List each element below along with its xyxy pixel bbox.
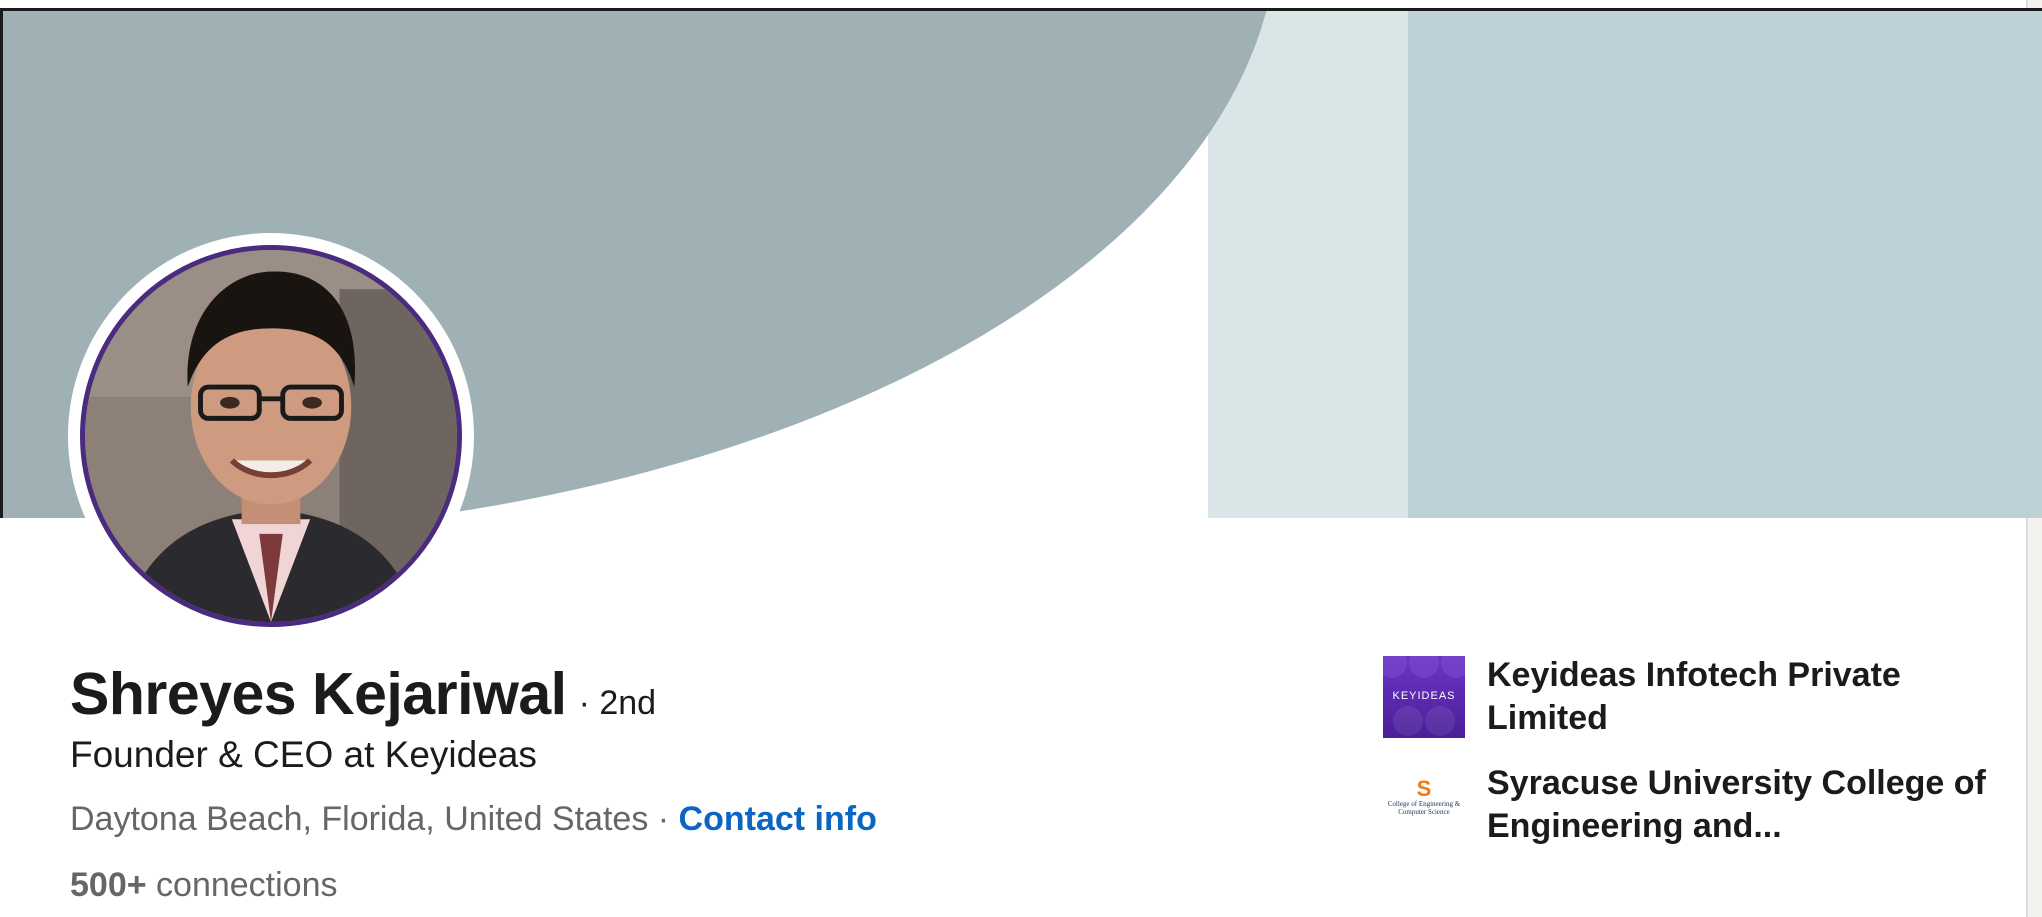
syracuse-logo-subtitle: College of Engineering & Computer Scienc… <box>1387 800 1461 816</box>
keyideas-logo-icon: KEYIDEAS <box>1383 656 1465 738</box>
affiliation-current-company[interactable]: KEYIDEAS Keyideas Infotech Private Limit… <box>1383 654 1987 740</box>
connections-count-link[interactable]: 500+ connections <box>70 866 338 905</box>
affiliation-education[interactable]: S College of Engineering & Computer Scie… <box>1383 762 1987 848</box>
syracuse-logo-icon: S College of Engineering & Computer Scie… <box>1383 764 1465 846</box>
profile-card: Shreyes Kejariwal · 2nd Founder & CEO at… <box>0 0 2042 917</box>
profile-photo[interactable] <box>68 233 474 639</box>
profile-photo-image <box>80 245 462 627</box>
person-portrait-icon <box>85 250 457 622</box>
location-row: Daytona Beach, Florida, United States · … <box>70 800 877 839</box>
cover-right-panel <box>1408 11 2042 518</box>
cover-middle-band <box>1208 11 1408 518</box>
syracuse-logo-letter: S <box>1416 776 1432 801</box>
connections-label: connections <box>146 866 338 904</box>
connection-degree: · 2nd <box>578 684 657 722</box>
profile-location: Daytona Beach, Florida, United States <box>70 800 649 838</box>
company-name: Keyideas Infotech Private Limited <box>1487 656 1901 737</box>
contact-info-link[interactable]: Contact info <box>679 800 877 838</box>
profile-name: Shreyes Kejariwal <box>70 661 567 727</box>
profile-headline: Founder & CEO at Keyideas <box>70 734 537 775</box>
school-name: Syracuse University College of Engineeri… <box>1487 764 1986 845</box>
keyideas-logo-text: KEYIDEAS <box>1392 690 1456 702</box>
connections-number: 500+ <box>70 866 147 904</box>
name-row: Shreyes Kejariwal · 2nd <box>70 660 656 728</box>
location-separator: · <box>648 800 679 838</box>
